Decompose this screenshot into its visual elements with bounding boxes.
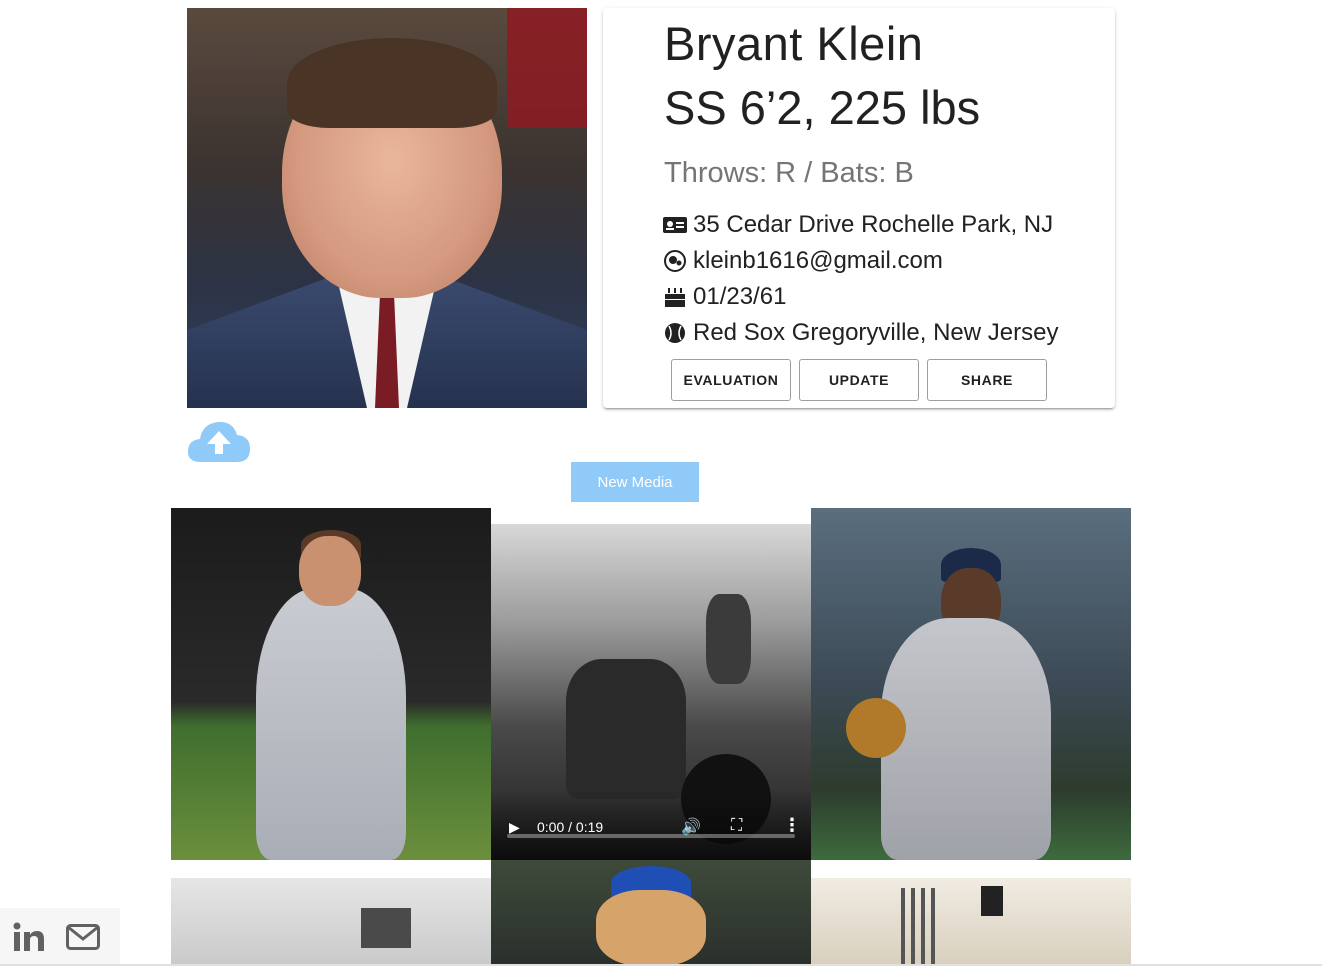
social-footer (0, 908, 120, 966)
dob-text: 01/23/61 (693, 283, 787, 310)
id-card-icon (663, 213, 687, 237)
profile-photo (187, 8, 587, 408)
fullscreen-icon[interactable]: ⛶ (731, 817, 742, 835)
cloud-upload-icon[interactable] (187, 418, 251, 464)
media-tile-video[interactable]: ▶ 0:00 / 0:19 🔊 ⛶ ⋮ (491, 508, 811, 860)
birthday-cake-icon (663, 285, 687, 309)
video-controls: ▶ 0:00 / 0:19 🔊 ⛶ ⋮ (491, 790, 811, 860)
media-tile[interactable] (811, 508, 1131, 860)
mail-icon[interactable] (66, 920, 100, 954)
video-progress-bar[interactable] (507, 834, 795, 838)
team-text: Red Sox Gregoryville, New Jersey (693, 319, 1059, 346)
player-position-size: SS 6’2, 225 lbs (664, 81, 981, 134)
linkedin-icon[interactable] (12, 920, 46, 954)
evaluation-button[interactable]: EVALUATION (671, 359, 791, 401)
address-row: 35 Cedar Drive Rochelle Park, NJ (663, 210, 1053, 240)
player-name: Bryant Klein (664, 17, 924, 70)
update-button[interactable]: UPDATE (799, 359, 919, 401)
dob-row: 01/23/61 (663, 282, 786, 312)
action-buttons: EVALUATION UPDATE SHARE (671, 359, 1047, 401)
workout-video[interactable]: ▶ 0:00 / 0:19 🔊 ⛶ ⋮ (491, 524, 811, 860)
team-row: Red Sox Gregoryville, New Jersey (663, 318, 1058, 348)
more-options-icon[interactable]: ⋮ (783, 815, 801, 836)
media-tile[interactable] (491, 860, 811, 966)
media-tile[interactable] (811, 860, 1131, 966)
share-button[interactable]: SHARE (927, 359, 1047, 401)
throws-bats: Throws: R / Bats: B (664, 157, 914, 189)
media-tile[interactable] (171, 860, 491, 966)
mailchimp-icon (663, 249, 687, 273)
profile-card: Bryant Klein SS 6’2, 225 lbs Throws: R /… (603, 8, 1115, 408)
video-time: 0:00 / 0:19 (537, 819, 604, 835)
new-media-button[interactable]: New Media (571, 462, 699, 502)
media-tile[interactable] (171, 508, 491, 860)
email-text: kleinb1616@gmail.com (693, 247, 943, 274)
baseball-icon (663, 321, 687, 345)
address-text: 35 Cedar Drive Rochelle Park, NJ (693, 211, 1054, 238)
email-row: kleinb1616@gmail.com (663, 246, 943, 276)
